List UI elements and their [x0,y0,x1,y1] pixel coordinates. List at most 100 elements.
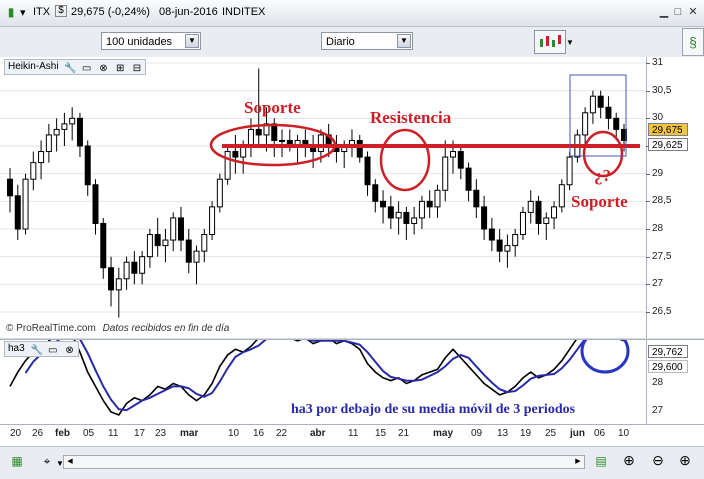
date-tick-label: 19 [520,428,532,439]
candle-body [426,200,433,208]
candle-body [232,151,239,158]
candle-body [613,117,620,130]
window-icon[interactable]: ▭ [81,63,92,74]
chevron-down-icon[interactable]: ▾ [20,6,26,19]
candle-body [100,222,107,269]
price-tick-label: 27,5 [652,250,672,262]
price-panel-tag: Heikin-Ashi 🔧 ▭ ⊗ ⊞ ⊟ [4,59,147,75]
watermark-brand: © ProRealTime.com [6,323,96,334]
wrench-icon[interactable]: 🔧 [30,345,42,356]
price-tick-label: 28 [652,223,664,234]
maximize-icon[interactable]: □ [672,6,684,18]
candle-body [38,151,45,164]
calendar-icon[interactable]: ▤ [594,454,608,468]
candle-body [543,217,550,224]
close-circle-icon[interactable]: ⊗ [98,63,109,74]
candle-body [224,151,231,180]
zoom-in-icon[interactable]: ⊕ [678,453,692,467]
scroll-left-icon[interactable]: ◀ [65,457,75,467]
header-name: INDITEX [222,6,266,18]
candle-body [45,134,52,153]
date-tick-label: 11 [348,428,359,439]
price-tick-label: 30,5 [652,84,672,96]
price-tick [646,201,650,203]
wrench-icon[interactable]: 🔧 [64,63,76,74]
annotation-soporte-1: Soporte [244,98,301,117]
chart-settings-icon[interactable]: ▦ [10,454,24,468]
zoom-out-icon[interactable]: ⊟ [131,63,142,74]
price-tick [646,90,650,92]
scroll-right-icon[interactable]: ▶ [573,457,583,467]
price-tick-label: 30 [652,112,664,124]
price-tick [646,256,650,258]
candle-body [14,195,21,230]
zoom-icon[interactable]: ⊞ [115,63,126,74]
zoom-out-icon[interactable]: ⊖ [651,453,665,467]
candle-body [30,162,37,180]
candle-body [76,117,83,147]
minimize-icon[interactable]: ▁ [658,6,670,18]
candle-body [496,239,503,252]
candle-body [551,206,558,219]
bottom-toolbar: ▦ ⌖ ▼ ◀ ▶ ▤ ⊕ ⊖ ⊕ [0,446,704,479]
candle-body [387,206,394,219]
chevron-down-icon[interactable]: ▼ [185,34,199,48]
cursor-icon[interactable]: ⌖ [40,454,54,468]
price-chart-panel[interactable]: Soporte Resistencia ¿? Soporte [0,57,646,338]
date-tick-label: 16 [253,428,265,439]
candle-body [589,95,596,114]
date-tick-label: 11 [108,428,119,439]
price-tick [646,312,650,313]
candle-body [403,211,410,224]
price-tick [646,229,650,230]
units-value: 100 unidades [106,36,173,48]
candle-body [92,184,99,224]
candle-body [84,145,91,186]
date-tick-label: jun [570,428,585,439]
date-tick-label: may [433,428,454,439]
ref-price-box: 29,625 [648,138,688,151]
last-price-box: 29,675 [648,123,688,136]
period-dropdown[interactable]: Diario ▼ [321,32,413,50]
period-value: Diario [326,36,355,48]
header-price-change: 29,675 (-0,24%) [71,6,150,18]
candle-body [442,156,449,191]
candle-body [473,189,480,208]
candle-body [162,239,169,247]
chevron-down-icon[interactable]: ▼ [397,34,411,48]
date-tick-label: 09 [471,428,483,439]
units-dropdown[interactable]: 100 unidades ▼ [101,32,201,50]
candle-body [597,95,604,108]
indicator-highlight-circle [580,328,630,374]
close-icon[interactable]: ✕ [687,6,699,18]
candle-body [488,228,495,241]
watermark: © ProRealTime.com Datos recibidos en fin… [6,323,229,334]
candle-body [279,139,286,142]
chevron-down-icon[interactable]: ▼ [566,38,574,47]
price-chart-svg: Soporte Resistencia ¿? Soporte [0,62,646,318]
price-panel-title: Heikin-Ashi [8,61,59,72]
chart-type-button[interactable] [534,30,566,54]
horizontal-scrollbar[interactable]: ◀ ▶ [63,455,585,469]
annotation-resistencia: Resistencia [370,108,452,127]
close-circle-icon[interactable]: ⊗ [64,345,75,356]
candle-body [527,200,534,213]
candle-body [450,151,457,158]
candle-body [146,234,153,258]
window-icon[interactable]: ▭ [47,345,58,356]
candle-body [465,167,472,191]
candle-body [372,184,379,202]
candle-body [411,217,418,224]
indicator-tick-label: 27 [652,405,664,416]
candle-body [170,217,177,241]
zoom-fit-icon[interactable]: ⊕ [622,453,636,467]
candle-body [605,106,612,119]
date-tick-label: 06 [594,428,606,439]
candle-body [123,261,130,280]
indicator-panel-title: ha3 [8,343,25,354]
date-tick-label: 26 [32,428,44,439]
settings-side-button[interactable]: § [682,28,704,56]
price-tick [646,63,650,64]
price-tick-label: 29 [652,167,664,179]
date-tick-label: 23 [155,428,167,439]
